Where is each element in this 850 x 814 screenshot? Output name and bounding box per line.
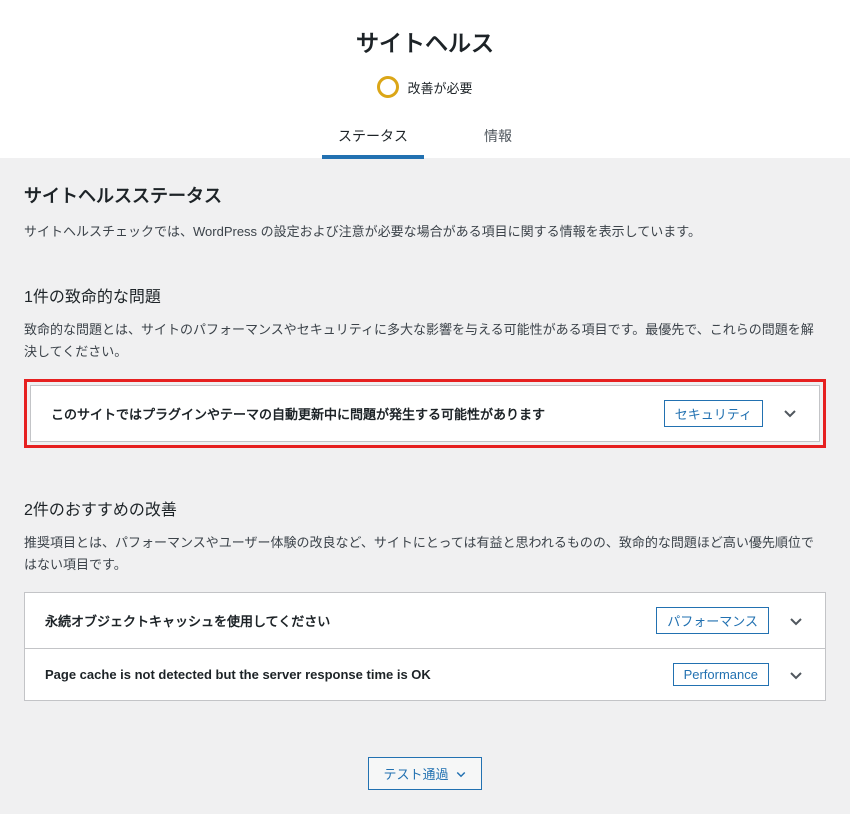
recommended-issue-item[interactable]: Page cache is not detected but the serve… [24,648,826,701]
chevron-down-icon [455,768,467,780]
status-desc: サイトヘルスチェックでは、WordPress の設定および注意が必要な場合がある… [24,222,826,243]
page-header: サイトヘルス 改善が必要 ステータス 情報 [0,0,850,158]
issue-right: Performance [673,663,805,686]
status-circle-icon [377,76,399,98]
issue-right: パフォーマンス [656,607,805,634]
page-title: サイトヘルス [0,24,850,58]
tab-info[interactable]: 情報 [476,114,520,158]
issue-badge-performance: Performance [673,663,769,686]
critical-issue-item[interactable]: このサイトではプラグインやテーマの自動更新中に問題が発生する可能性があります セ… [30,385,820,442]
passed-tests-label: テスト通過 [383,764,448,783]
status-label: 改善が必要 [407,78,472,97]
recommended-heading: 2件のおすすめの改善 [24,496,826,520]
issue-title: 永続オブジェクトキャッシュを使用してください [45,611,656,630]
passed-tests-button[interactable]: テスト通過 [368,757,481,790]
issue-title: このサイトではプラグインやテーマの自動更新中に問題が発生する可能性があります [51,404,664,423]
tabs: ステータス 情報 [0,114,850,158]
recommended-list: 永続オブジェクトキャッシュを使用してください パフォーマンス Page cach… [24,592,826,701]
chevron-down-icon [787,612,805,630]
tab-status[interactable]: ステータス [330,114,416,158]
status-heading: サイトヘルスステータス [24,182,826,208]
issue-badge-security: セキュリティ [664,400,763,427]
critical-heading: 1件の致命的な問題 [24,283,826,307]
issue-title: Page cache is not detected but the serve… [45,667,673,682]
critical-desc: 致命的な問題とは、サイトのパフォーマンスやセキュリティに多大な影響を与える可能性… [24,319,826,363]
content: サイトヘルスステータス サイトヘルスチェックでは、WordPress の設定およ… [0,158,850,814]
critical-highlight: このサイトではプラグインやテーマの自動更新中に問題が発生する可能性があります セ… [24,379,826,448]
recommended-issue-item[interactable]: 永続オブジェクトキャッシュを使用してください パフォーマンス [24,592,826,649]
issue-right: セキュリティ [664,400,799,427]
status-indicator: 改善が必要 [0,76,850,98]
chevron-down-icon [781,404,799,422]
issue-badge-performance: パフォーマンス [656,607,769,634]
chevron-down-icon [787,666,805,684]
recommended-desc: 推奨項目とは、パフォーマンスやユーザー体験の改良など、サイトにとっては有益と思わ… [24,532,826,576]
